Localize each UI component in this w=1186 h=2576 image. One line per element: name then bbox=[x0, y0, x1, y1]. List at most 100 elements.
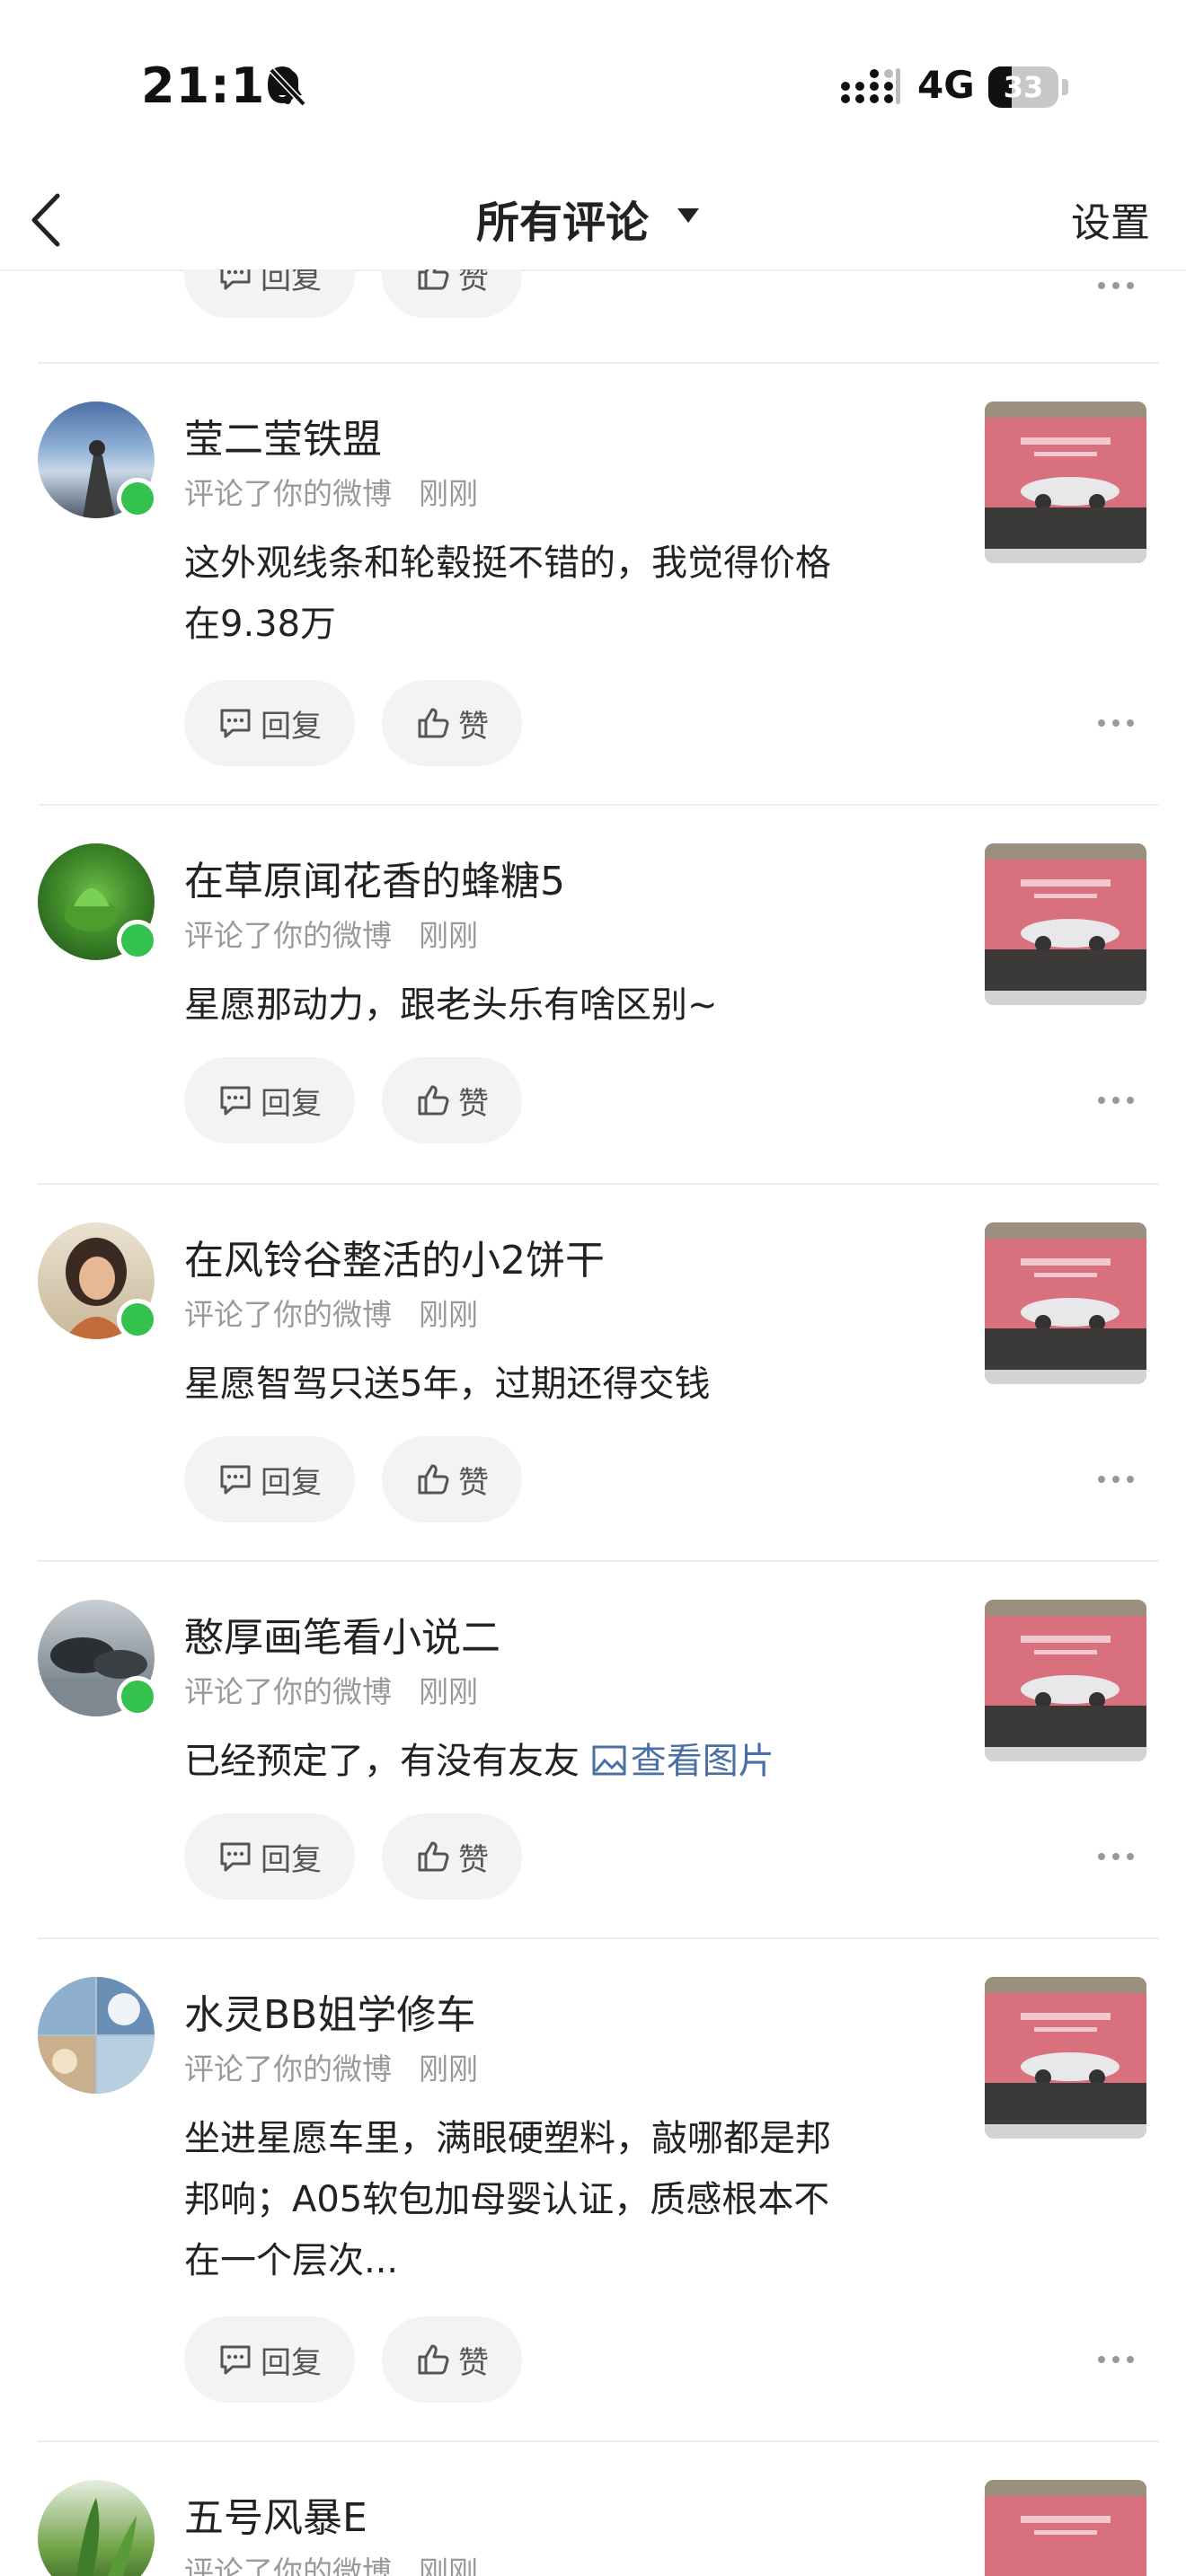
online-status-dot bbox=[117, 478, 158, 519]
reply-button[interactable]: 回复 bbox=[184, 1436, 355, 1522]
like-label: 赞 bbox=[458, 1841, 489, 1878]
reply-label: 回复 bbox=[261, 1464, 322, 1501]
comment-text-line: 在一个层次... bbox=[184, 2240, 399, 2281]
reply-label: 回复 bbox=[261, 2344, 322, 2381]
comment-text[interactable]: 星愿智驾只送5年，过期还得交钱 bbox=[184, 1354, 921, 1415]
reply-icon bbox=[220, 1465, 251, 1495]
comment-username[interactable]: 莹二莹铁盟 bbox=[184, 407, 382, 464]
thumbs-up-icon bbox=[418, 1841, 449, 1872]
comment-text-line: 这外观线条和轮毂挺不错的，我觉得价格 bbox=[184, 543, 831, 584]
like-button[interactable]: 赞 bbox=[382, 1057, 522, 1143]
comment-action: 评论了你的微博 bbox=[184, 1674, 392, 1709]
avatar[interactable] bbox=[38, 1977, 155, 2094]
comment-meta: 评论了你的微博 刚刚 bbox=[184, 470, 478, 513]
more-options-icon[interactable] bbox=[1098, 717, 1137, 729]
page-title[interactable]: 所有评论 bbox=[476, 187, 649, 250]
comment-text-line: 邦响；A05软包加母婴认证，质感根本不 bbox=[184, 2179, 830, 2220]
comment-meta: 评论了你的微博 刚刚 bbox=[184, 2045, 478, 2088]
view-image-link[interactable]: 查看图片 bbox=[591, 1741, 774, 1782]
comment-item[interactable]: 在风铃谷整活的小2饼干 评论了你的微博 刚刚 星愿智驾只送5年，过期还得交钱 回复… bbox=[0, 1185, 1186, 1562]
reply-icon bbox=[220, 1842, 251, 1872]
online-status-dot bbox=[117, 1299, 158, 1340]
like-label: 赞 bbox=[458, 1085, 489, 1122]
avatar[interactable] bbox=[38, 2480, 155, 2576]
reply-icon bbox=[220, 709, 251, 738]
previous-item-actions: 回复 赞 bbox=[0, 269, 1186, 359]
comment-username[interactable]: 五号风暴E bbox=[184, 2485, 367, 2543]
comment-action: 评论了你的微博 bbox=[184, 1297, 392, 1332]
weibo-thumbnail[interactable] bbox=[985, 401, 1146, 563]
reply-button[interactable]: 回复 bbox=[184, 269, 355, 318]
weibo-thumbnail[interactable] bbox=[985, 843, 1146, 1005]
more-options-icon[interactable] bbox=[1098, 2353, 1137, 2366]
comment-text[interactable]: 已经预定了，有没有友友 查看图片 bbox=[184, 1731, 921, 1792]
like-label: 赞 bbox=[458, 1464, 489, 1501]
comment-item[interactable]: 莹二莹铁盟 评论了你的微博 刚刚 这外观线条和轮毂挺不错的，我觉得价格 在9.38… bbox=[0, 364, 1186, 804]
weibo-thumbnail[interactable] bbox=[985, 2480, 1146, 2576]
comment-item[interactable]: 在草原闻花香的蜂糖5 评论了你的微博 刚刚 星愿那动力，跟老头乐有啥区别~ 回复 … bbox=[0, 806, 1186, 1183]
thumbs-up-icon bbox=[418, 269, 449, 290]
comment-text-line: 坐进星愿车里，满眼硬塑料，敲哪都是邦 bbox=[184, 2118, 831, 2159]
more-options-icon[interactable] bbox=[1098, 1094, 1137, 1107]
more-options-icon[interactable] bbox=[1098, 1473, 1137, 1486]
comment-item[interactable]: 五号风暴E 评论了你的微博 刚刚 bbox=[0, 2442, 1186, 2576]
comment-username[interactable]: 在草原闻花香的蜂糖5 bbox=[184, 849, 565, 906]
nav-bar: 所有评论 设置 bbox=[0, 171, 1186, 271]
back-chevron-icon[interactable] bbox=[27, 189, 66, 251]
reply-label: 回复 bbox=[261, 1841, 322, 1878]
comment-time: 刚刚 bbox=[419, 918, 478, 953]
comment-username[interactable]: 在风铃谷整活的小2饼干 bbox=[184, 1228, 605, 1285]
battery-indicator: 33 bbox=[988, 66, 1069, 108]
thumbs-up-icon bbox=[418, 708, 449, 738]
more-options-icon[interactable] bbox=[1098, 279, 1137, 292]
reply-label: 回复 bbox=[261, 1085, 322, 1122]
comment-username[interactable]: 水灵BB姐学修车 bbox=[184, 1982, 475, 2040]
online-status-dot bbox=[117, 1676, 158, 1717]
weibo-thumbnail[interactable] bbox=[985, 1600, 1146, 1761]
like-button[interactable]: 赞 bbox=[382, 1813, 522, 1900]
comment-meta: 评论了你的微博 刚刚 bbox=[184, 1668, 478, 1711]
comment-time: 刚刚 bbox=[419, 2554, 478, 2576]
comment-text-line: 星愿智驾只送5年，过期还得交钱 bbox=[184, 1363, 711, 1405]
view-image-label: 查看图片 bbox=[630, 1741, 774, 1782]
dropdown-caret-icon[interactable] bbox=[676, 205, 701, 226]
comment-meta: 评论了你的微博 刚刚 bbox=[184, 912, 478, 955]
comment-time: 刚刚 bbox=[419, 1297, 478, 1332]
reply-button[interactable]: 回复 bbox=[184, 680, 355, 766]
weibo-thumbnail[interactable] bbox=[985, 1222, 1146, 1384]
reply-button[interactable]: 回复 bbox=[184, 2316, 355, 2403]
comment-time: 刚刚 bbox=[419, 476, 478, 511]
comment-time: 刚刚 bbox=[419, 1674, 478, 1709]
reply-icon bbox=[220, 2345, 251, 2375]
comment-meta: 评论了你的微博 刚刚 bbox=[184, 2548, 478, 2576]
like-label: 赞 bbox=[458, 708, 489, 745]
reply-button[interactable]: 回复 bbox=[184, 1813, 355, 1900]
like-button[interactable]: 赞 bbox=[382, 2316, 522, 2403]
reply-icon bbox=[220, 269, 251, 290]
reply-label: 回复 bbox=[261, 708, 322, 745]
comment-item[interactable]: 憨厚画笔看小说二 评论了你的微博 刚刚 已经预定了，有没有友友 查看图片 回复 赞 bbox=[0, 1562, 1186, 1939]
thumbs-up-icon bbox=[418, 1085, 449, 1116]
comment-text[interactable]: 坐进星愿车里，满眼硬塑料，敲哪都是邦 邦响；A05软包加母婴认证，质感根本不 在… bbox=[184, 2108, 921, 2291]
like-button[interactable]: 赞 bbox=[382, 269, 522, 318]
thumbs-up-icon bbox=[418, 1464, 449, 1495]
settings-button[interactable]: 设置 bbox=[1071, 190, 1150, 248]
comment-text-line: 已经预定了，有没有友友 bbox=[184, 1741, 591, 1782]
comment-text-line: 在9.38万 bbox=[184, 604, 337, 645]
comment-username[interactable]: 憨厚画笔看小说二 bbox=[184, 1605, 500, 1663]
comment-meta: 评论了你的微博 刚刚 bbox=[184, 1291, 478, 1334]
more-options-icon[interactable] bbox=[1098, 1850, 1137, 1863]
comment-item[interactable]: 水灵BB姐学修车 评论了你的微博 刚刚 坐进星愿车里，满眼硬塑料，敲哪都是邦 邦响… bbox=[0, 1939, 1186, 2440]
status-bar: 21:10 4G 33 bbox=[0, 0, 1186, 171]
like-button[interactable]: 赞 bbox=[382, 680, 522, 766]
like-button[interactable]: 赞 bbox=[382, 1436, 522, 1522]
weibo-thumbnail[interactable] bbox=[985, 1977, 1146, 2139]
comment-time: 刚刚 bbox=[419, 2051, 478, 2086]
bell-slash-icon bbox=[269, 67, 306, 107]
image-icon bbox=[592, 1745, 626, 1776]
comment-action: 评论了你的微博 bbox=[184, 2554, 392, 2576]
comment-text[interactable]: 这外观线条和轮毂挺不错的，我觉得价格 在9.38万 bbox=[184, 533, 921, 655]
reply-label: 回复 bbox=[261, 269, 322, 296]
reply-button[interactable]: 回复 bbox=[184, 1057, 355, 1143]
comment-text[interactable]: 星愿那动力，跟老头乐有啥区别~ bbox=[184, 975, 921, 1036]
